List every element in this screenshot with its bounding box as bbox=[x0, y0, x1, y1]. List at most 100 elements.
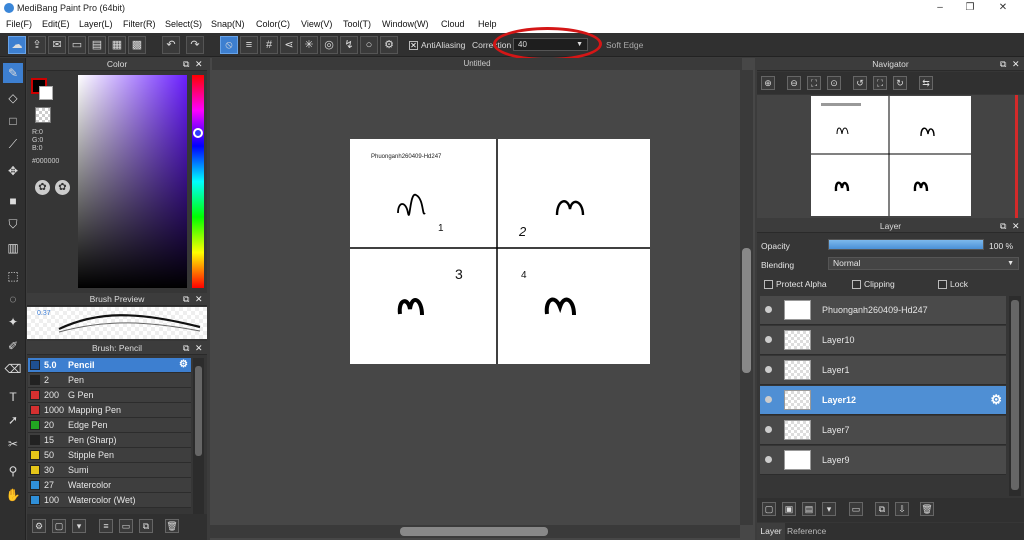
upload-icon[interactable]: ⇪ bbox=[28, 36, 46, 54]
brush-item[interactable]: 20 Edge Pen bbox=[28, 418, 191, 433]
snap-radial-icon[interactable]: ✳ bbox=[300, 36, 318, 54]
canvas-horizontal-scrollbar[interactable] bbox=[210, 525, 740, 538]
reset-view-icon[interactable]: ⛶ bbox=[873, 76, 887, 90]
tile-icon[interactable]: ▩ bbox=[128, 36, 146, 54]
document-icon[interactable]: ▤ bbox=[88, 36, 106, 54]
new-layer-1bit-icon[interactable]: ▤ bbox=[802, 502, 816, 516]
duplicate-layer-icon[interactable]: ⧉ bbox=[875, 502, 889, 516]
brush-item[interactable]: 15 Pen (Sharp) bbox=[28, 433, 191, 448]
menu-window[interactable]: Window(W) bbox=[382, 19, 429, 29]
tab-layer[interactable]: Layer bbox=[757, 523, 785, 540]
eye-icon[interactable] bbox=[765, 396, 772, 403]
menu-edit[interactable]: Edit(E) bbox=[42, 19, 70, 29]
add-brush-icon[interactable]: ⚙ bbox=[32, 519, 46, 533]
grid-list-icon[interactable]: ▦ bbox=[108, 36, 126, 54]
brush-folder-icon[interactable]: ▭ bbox=[119, 519, 133, 533]
layer-row[interactable]: Layer1 bbox=[760, 356, 1006, 385]
palette-icon[interactable]: ✿ bbox=[35, 180, 50, 195]
menu-file[interactable]: File(F) bbox=[6, 19, 32, 29]
brush-item[interactable]: 30 Sumi bbox=[28, 463, 191, 478]
panel-close-icon[interactable]: ✕ bbox=[195, 59, 203, 70]
operation-tool-icon[interactable]: ➚ bbox=[3, 410, 23, 430]
rotate-left-icon[interactable]: ↺ bbox=[853, 76, 867, 90]
clipping-checkbox[interactable] bbox=[852, 280, 861, 289]
layer-row[interactable]: Layer7 bbox=[760, 416, 1006, 445]
drawing-canvas[interactable]: Phuonganh260409-Hd247 1 2 3 4 bbox=[350, 139, 650, 364]
panel-close-icon[interactable]: ✕ bbox=[1012, 221, 1020, 232]
actual-size-icon[interactable]: ⊙ bbox=[827, 76, 841, 90]
tab-reference[interactable]: Reference bbox=[787, 523, 826, 540]
panel-close-icon[interactable]: ✕ bbox=[1012, 59, 1020, 70]
new-brush-icon[interactable]: ▢ bbox=[52, 519, 66, 533]
undo-icon[interactable]: ↶ bbox=[162, 36, 180, 54]
brush-item[interactable]: 5.0 Pencil ⚙ bbox=[28, 358, 191, 373]
layer-folder-icon[interactable]: ▭ bbox=[849, 502, 863, 516]
layer-row[interactable]: Layer9 bbox=[760, 446, 1006, 475]
select-eraser-icon[interactable]: ⌫ bbox=[3, 359, 23, 379]
text-tool-icon[interactable]: T bbox=[3, 387, 23, 407]
hue-slider-thumb[interactable] bbox=[193, 128, 203, 138]
snap-circle-icon[interactable]: ◎ bbox=[320, 36, 338, 54]
rotate-right-icon[interactable]: ↻ bbox=[893, 76, 907, 90]
protect-alpha-checkbox[interactable] bbox=[764, 280, 773, 289]
hand-tool-icon[interactable]: ✋ bbox=[3, 485, 23, 505]
layer-row[interactable]: Layer12 ⚙ bbox=[760, 386, 1006, 415]
eye-icon[interactable] bbox=[765, 456, 772, 463]
snap-grid-icon[interactable]: # bbox=[260, 36, 278, 54]
blending-select[interactable]: Normal ▼ bbox=[828, 257, 1019, 270]
maximize-button[interactable]: ❐ bbox=[955, 0, 985, 17]
fill-rect-tool-icon[interactable]: ■ bbox=[3, 191, 23, 211]
panel-close-icon[interactable]: ✕ bbox=[195, 343, 203, 354]
layer-list-scrollbar[interactable] bbox=[1009, 296, 1021, 496]
antialiasing-checkbox[interactable]: ✕ bbox=[409, 41, 418, 50]
eye-icon[interactable] bbox=[765, 336, 772, 343]
layer-row[interactable]: Phuonganh260409-Hd247 bbox=[760, 296, 1006, 325]
menu-select[interactable]: Select(S) bbox=[165, 19, 202, 29]
fit-icon[interactable]: ⛶ bbox=[807, 76, 821, 90]
chat-icon[interactable]: ▭ bbox=[68, 36, 86, 54]
magic-wand-icon[interactable]: ✦ bbox=[3, 312, 23, 332]
add-layer-menu-icon[interactable]: ▾ bbox=[822, 502, 836, 516]
brush-list-scrollbar[interactable] bbox=[193, 358, 204, 523]
divide-tool-icon[interactable]: ✂ bbox=[3, 434, 23, 454]
navigator-view[interactable] bbox=[757, 95, 1024, 218]
brush-item[interactable]: 200 G Pen bbox=[28, 388, 191, 403]
brush-item[interactable]: 1000 Mapping Pen bbox=[28, 403, 191, 418]
snap-ellipse-icon[interactable]: ○ bbox=[360, 36, 378, 54]
close-button[interactable]: ✕ bbox=[988, 0, 1018, 17]
brush-tool-icon[interactable]: ✎ bbox=[3, 63, 23, 83]
cloud-icon[interactable]: ☁ bbox=[8, 36, 26, 54]
brush-menu-icon[interactable]: ▾ bbox=[72, 519, 86, 533]
opacity-slider[interactable] bbox=[828, 239, 984, 250]
delete-brush-icon[interactable]: 🗑 bbox=[165, 519, 179, 533]
saturation-value-picker[interactable] bbox=[78, 75, 187, 288]
redo-icon[interactable]: ↷ bbox=[186, 36, 204, 54]
brush-item[interactable]: 27 Watercolor bbox=[28, 478, 191, 493]
eyedropper-icon[interactable]: ⚲ bbox=[3, 461, 23, 481]
transparent-color-swatch[interactable] bbox=[35, 107, 51, 123]
bucket-tool-icon[interactable]: ⛉ bbox=[3, 214, 23, 234]
panel-popout-icon[interactable]: ⧉ bbox=[183, 343, 189, 354]
eye-icon[interactable] bbox=[765, 306, 772, 313]
rectangle-tool-icon[interactable]: □ bbox=[3, 111, 23, 131]
brush-item[interactable]: 2 Pen bbox=[28, 373, 191, 388]
menu-help[interactable]: Help bbox=[478, 19, 497, 29]
select-pen-icon[interactable]: ✐ bbox=[3, 336, 23, 356]
gear-icon[interactable]: ⚙ bbox=[990, 392, 1002, 408]
brush-item[interactable]: 100 Watercolor (Wet) bbox=[28, 493, 191, 508]
snap-settings-icon[interactable]: ⚙ bbox=[380, 36, 398, 54]
line-tool-icon[interactable]: ⟋ bbox=[3, 134, 23, 154]
snap-parallel-icon[interactable]: ≡ bbox=[240, 36, 258, 54]
zoom-in-icon[interactable]: ⊕ bbox=[761, 76, 775, 90]
panel-popout-icon[interactable]: ⧉ bbox=[183, 59, 189, 70]
comment-icon[interactable]: ✉ bbox=[48, 36, 66, 54]
duplicate-brush-icon[interactable]: ⧉ bbox=[139, 519, 153, 533]
snap-perspective-icon[interactable]: ⋖ bbox=[280, 36, 298, 54]
snap-curve-icon[interactable]: ↯ bbox=[340, 36, 358, 54]
flip-icon[interactable]: ⇆ bbox=[919, 76, 933, 90]
hue-slider[interactable] bbox=[192, 75, 204, 288]
menu-filter[interactable]: Filter(R) bbox=[123, 19, 156, 29]
gradient-tool-icon[interactable]: ▥ bbox=[3, 238, 23, 258]
merge-layer-icon[interactable]: ⇩ bbox=[895, 502, 909, 516]
delete-layer-icon[interactable]: 🗑 bbox=[920, 502, 934, 516]
